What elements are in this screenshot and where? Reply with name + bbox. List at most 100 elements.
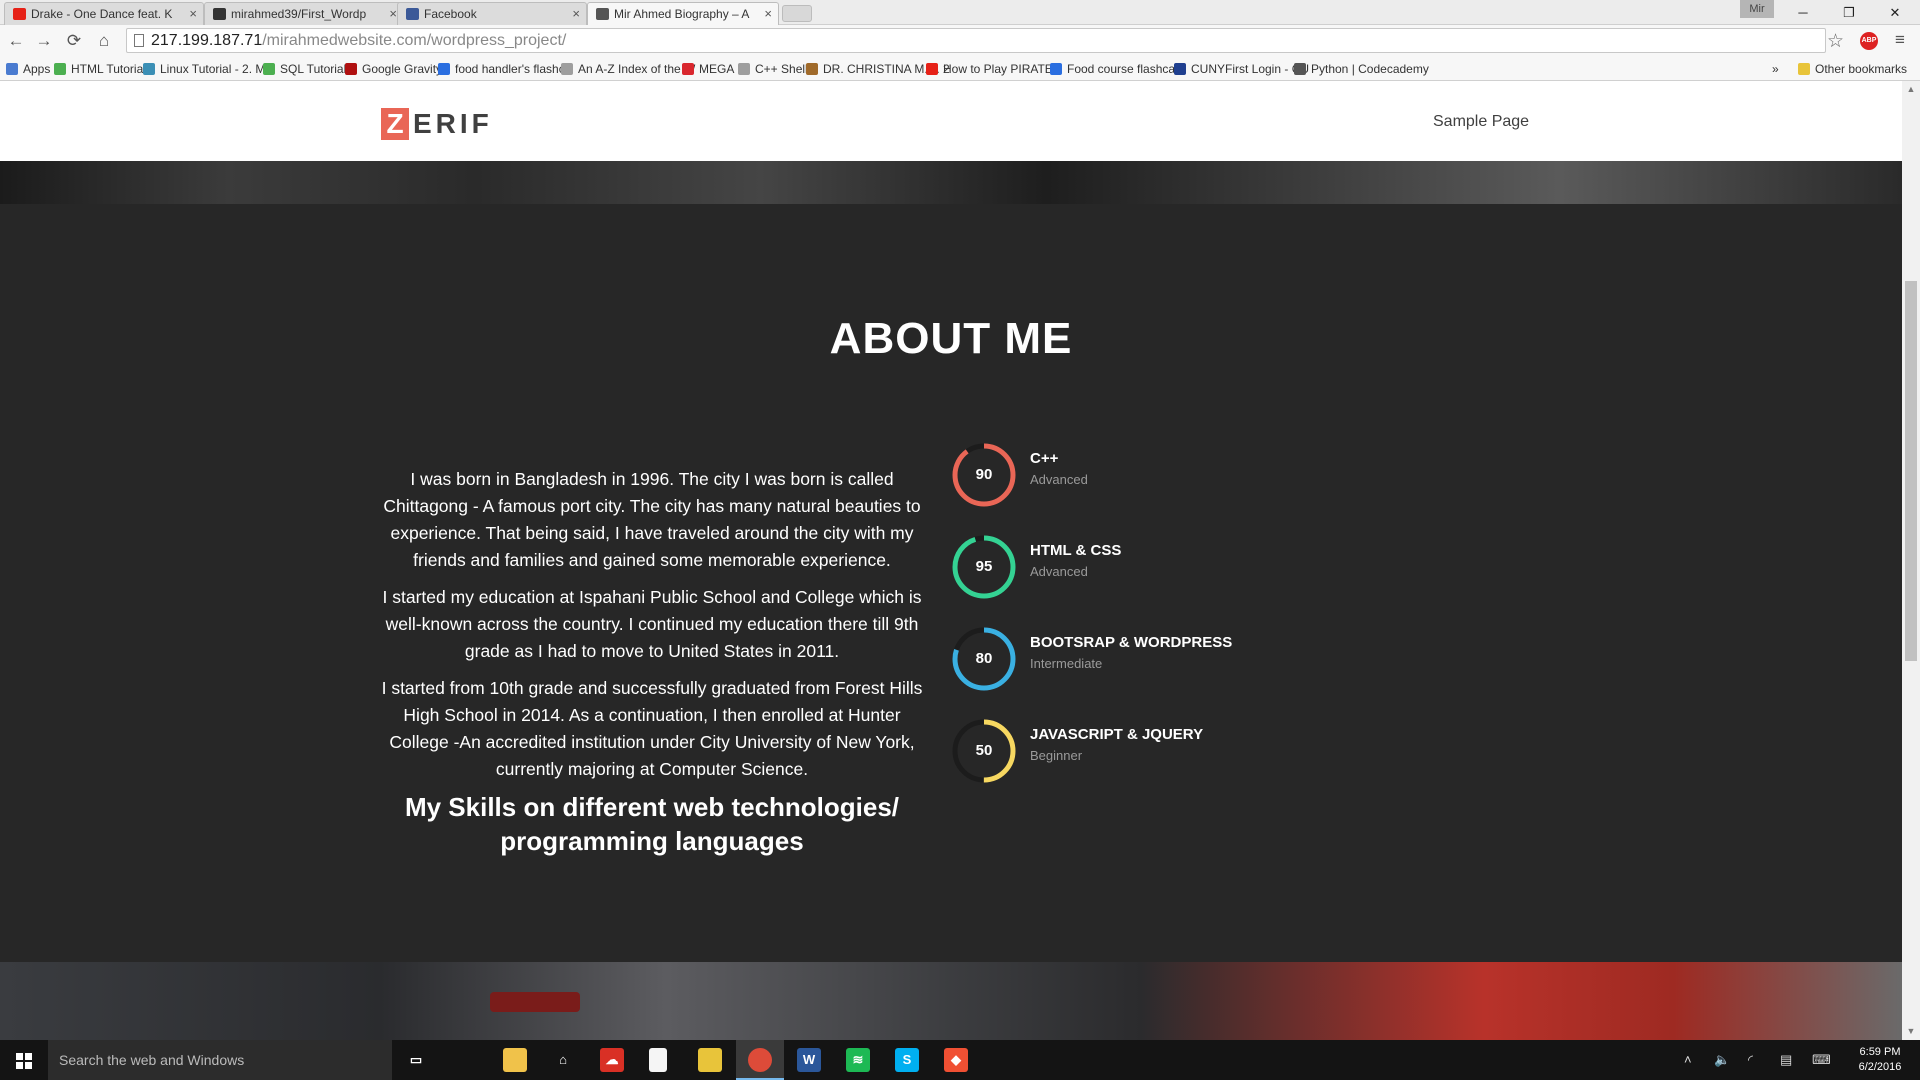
close-icon[interactable]: ×	[764, 3, 772, 25]
bookmark-item[interactable]: HTML Tutorial	[54, 61, 146, 77]
skill-percent: 50	[975, 742, 993, 759]
word-icon[interactable]: W	[797, 1048, 821, 1072]
bookmark-item[interactable]: C++ Shell	[738, 61, 808, 77]
close-icon[interactable]: ×	[189, 3, 197, 25]
facebook-icon	[406, 8, 419, 20]
close-icon[interactable]: ×	[572, 3, 580, 25]
skill-name: C++	[1030, 450, 1059, 467]
url-host: 217.199.187.71	[151, 32, 263, 49]
document-icon[interactable]	[649, 1048, 667, 1072]
profile-button[interactable]: Mir	[1740, 0, 1774, 18]
taskbar-search-input[interactable]: Search the web and Windows	[48, 1040, 392, 1080]
bookmark-item[interactable]: Linux Tutorial - 2. Ma	[143, 61, 272, 77]
home-icon[interactable]: ⌂	[551, 1048, 575, 1072]
home-icon[interactable]: ⌂	[92, 29, 116, 53]
system-clock[interactable]: 6:59 PM 6/2/2016	[1848, 1045, 1912, 1075]
nav-link-sample-page[interactable]: Sample Page	[1433, 113, 1529, 131]
action-center-icon[interactable]: ▤	[1780, 1040, 1792, 1080]
bookmark-item[interactable]: How to Play PIRATES	[926, 61, 1061, 77]
skill-level: Advanced	[1030, 564, 1088, 579]
scroll-up-arrow-icon[interactable]: ▲	[1902, 81, 1920, 98]
skill-percent: 95	[975, 558, 993, 575]
show-hidden-icons-icon[interactable]: ˄	[1684, 1040, 1692, 1080]
wifi-icon[interactable]: ◜	[1748, 1040, 1753, 1080]
w3-icon	[54, 63, 66, 75]
page-info-icon[interactable]	[134, 34, 144, 47]
tab-title: Facebook	[424, 7, 477, 21]
bookmark-item[interactable]: Apps	[6, 61, 50, 77]
tab-title: mirahmed39/First_Wordp	[231, 7, 367, 21]
bookmark-label: Apps	[23, 62, 51, 76]
codecademy-icon	[1294, 63, 1306, 75]
github-icon	[213, 8, 226, 20]
address-bar[interactable]: 217.199.187.71/mirahmedwebsite.com/wordp…	[126, 28, 1826, 53]
youtube-icon	[13, 8, 26, 20]
tab-title: Drake - One Dance feat. K	[31, 7, 173, 21]
bookmarks-overflow-button[interactable]: »	[1772, 61, 1779, 77]
browser-tab[interactable]: mirahmed39/First_Wordp ×	[204, 2, 404, 25]
spotify-icon[interactable]: ≋	[846, 1048, 870, 1072]
back-arrow-icon[interactable]: ←	[4, 29, 28, 53]
w3-icon	[263, 63, 275, 75]
file-explorer-icon[interactable]	[503, 1048, 527, 1072]
hero-background-image	[0, 161, 1902, 204]
browser-tab-active[interactable]: Mir Ahmed Biography – A ×	[587, 2, 779, 25]
bookmark-item[interactable]: SQL Tutorial	[263, 61, 346, 77]
bookmark-item[interactable]: MEGA	[682, 61, 734, 77]
adblock-plus-icon[interactable]: ABP	[1860, 32, 1878, 50]
other-bookmarks[interactable]: Other bookmarks	[1798, 61, 1907, 77]
bookmarks-bar: Other bookmarks » Apps HTML Tutorial Linux…	[0, 57, 1920, 81]
bookmark-item[interactable]: CUNYFirst Login - CU	[1174, 61, 1309, 77]
scrollbar-thumb[interactable]	[1905, 281, 1917, 661]
bookmark-item[interactable]: Google Gravity	[345, 61, 442, 77]
browser-tab[interactable]: Drake - One Dance feat. K ×	[4, 2, 204, 25]
clock-date: 6/2/2016	[1858, 1061, 1902, 1073]
other-bookmarks-label: Other bookmarks	[1815, 62, 1908, 76]
bookmark-item[interactable]: An A-Z Index of the W	[561, 61, 695, 77]
windows-taskbar: Search the web and Windows ˄ 🔈 ◜ ▤ ⌨ 6:5…	[0, 1040, 1920, 1080]
quizlet-icon	[1050, 63, 1062, 75]
maximize-button[interactable]: ❐	[1826, 0, 1872, 25]
logo-initial: Z	[381, 108, 409, 140]
mega-icon	[682, 63, 694, 75]
skill-item: 50 JAVASCRIPT & JQUERY Beginner	[951, 718, 1311, 788]
forward-arrow-icon[interactable]: →	[32, 29, 56, 53]
bookmark-item[interactable]: Food course flashcard	[1050, 61, 1186, 77]
scroll-down-arrow-icon[interactable]: ▼	[1902, 1023, 1920, 1040]
about-paragraph: I was born in Bangladesh in 1996. The ci…	[383, 469, 921, 570]
bookmark-item[interactable]: Python | Codecademy	[1294, 61, 1429, 77]
reload-icon[interactable]: ⟳	[62, 29, 86, 53]
keyboard-icon[interactable]: ⌨	[1812, 1040, 1831, 1080]
page-scrollbar[interactable]: ▲ ▼	[1902, 81, 1920, 1040]
task-view-icon[interactable]: ▭	[404, 1048, 428, 1072]
skype-icon[interactable]: S	[895, 1048, 919, 1072]
git-app-icon[interactable]: ◆	[944, 1048, 968, 1072]
close-window-button[interactable]: ✕	[1872, 0, 1918, 25]
close-icon[interactable]: ×	[389, 3, 397, 25]
bookmark-label: Python | Codecademy	[1311, 62, 1429, 76]
chrome-icon[interactable]	[748, 1048, 772, 1072]
bookmark-item[interactable]: food handler's flashca	[438, 61, 571, 77]
browser-tab[interactable]: Facebook ×	[397, 2, 587, 25]
site-header: Z ERIF Sample Page	[0, 81, 1902, 161]
skill-percent: 80	[975, 650, 993, 667]
skill-name: JAVASCRIPT & JQUERY	[1030, 726, 1204, 743]
mr-doob-icon	[345, 63, 357, 75]
bookmark-label: Google Gravity	[362, 62, 443, 76]
about-paragraph: I started from 10th grade and successful…	[381, 678, 923, 779]
skill-item: 80 BOOTSRAP & WORDPRESS Intermediate	[951, 626, 1311, 696]
tab-title: Mir Ahmed Biography – A	[614, 7, 750, 21]
bookmark-star-icon[interactable]: ☆	[1827, 30, 1844, 53]
skill-name: BOOTSRAP & WORDPRESS	[1030, 634, 1233, 651]
new-tab-button[interactable]	[782, 5, 812, 22]
page-icon	[738, 63, 750, 75]
cloud-app-icon[interactable]: ☁	[600, 1048, 624, 1072]
apps-grid-icon	[6, 63, 18, 75]
volume-icon[interactable]: 🔈	[1714, 1040, 1730, 1080]
minimize-button[interactable]: ─	[1780, 0, 1826, 25]
menu-icon[interactable]: ≡	[1895, 30, 1905, 50]
car-taillight	[490, 992, 580, 1012]
folder-app-icon[interactable]	[698, 1048, 722, 1072]
windows-start-icon[interactable]	[0, 1040, 48, 1080]
bookmark-label: MEGA	[699, 62, 735, 76]
